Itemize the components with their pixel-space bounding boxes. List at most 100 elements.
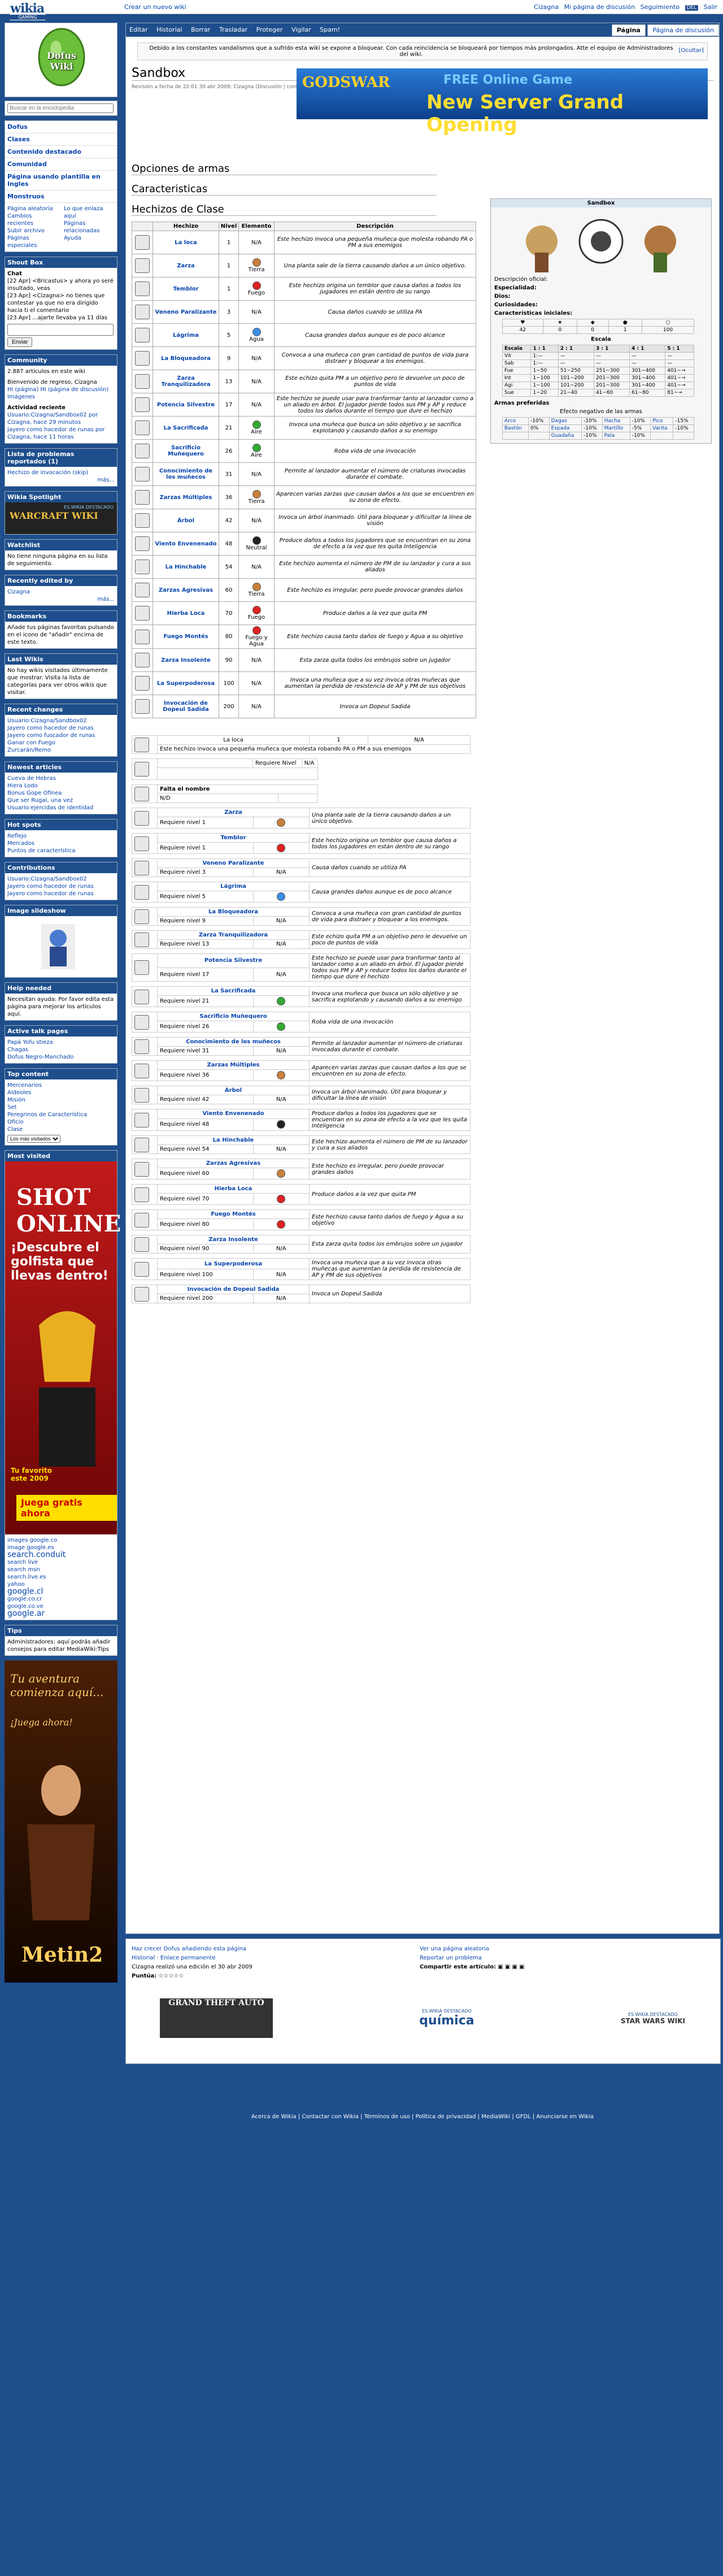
hot-item[interactable]: Mercados [7,840,115,847]
wikia-logo[interactable]: wikia GAMING [10,1,45,20]
spell-name[interactable]: Viento Envenenado [153,532,219,556]
footer-random[interactable]: Ver una página aleatoria [420,1945,525,1954]
spell-card-name[interactable]: Árbol [157,1086,310,1095]
spell-name[interactable]: La Sacrificada [153,416,219,440]
spell-name[interactable]: Zarza [153,254,219,277]
spell-name[interactable]: La Superpoderosa [153,671,219,695]
spell-name[interactable]: Lágrima [153,323,219,347]
armas-cell[interactable]: Pala [602,432,630,440]
spell-name[interactable]: Veneno Paralizante [153,300,219,324]
more-link[interactable]: más... [7,596,115,603]
google-link[interactable]: search.conduit [7,1551,115,1559]
share-icons[interactable]: ▣ ▣ ▣ ▣ [498,1964,524,1970]
spotlight-gta[interactable]: GRAND THEFT AUTO [160,1998,273,2038]
shoutbox-send-button[interactable]: Enviar [7,337,33,347]
tab-discussion[interactable]: Página de discusión [647,24,719,36]
user-links[interactable]: Hi (página) Hi (página de discusión) Imá… [7,386,115,401]
google-link[interactable]: search.live.es [7,1573,115,1581]
spell-card-name[interactable]: Sacrificio Muñequero [157,1012,310,1021]
link-random-page[interactable]: Página aleatoria [7,205,58,213]
slideshow-image[interactable] [7,918,109,973]
spotlight-starwars[interactable]: ES.WIKIA DESTACADO STAR WARS WIKI [621,2012,685,2025]
top-item[interactable]: Clase [7,1126,115,1133]
recent-change-item[interactable]: Zurcarán/Remo [7,747,115,754]
nav-destacado[interactable]: Contenido destacado [5,146,117,158]
link-special-pages[interactable]: Páginas especiales [7,235,58,249]
spell-name[interactable]: Sacrificio Muñequero [153,439,219,463]
spell-card-name[interactable]: Fuego Montés [157,1209,310,1219]
footer-report[interactable]: Reportar un problema [420,1954,525,1963]
google-link[interactable]: images google.co [7,1537,115,1544]
link-related-pages[interactable]: Páginas relacionadas [64,220,115,235]
recent-change-item[interactable]: Jayero como fuscador de runas [7,732,115,739]
spell-name[interactable]: Potencia Silvestre [153,393,219,417]
tab-spam[interactable]: Spam! [316,23,343,36]
spell-name[interactable]: Árbol [153,509,219,532]
top-item[interactable]: Mercenarios [7,1082,115,1089]
spell-card-name[interactable]: Zarza Insolente [157,1235,310,1244]
spell-name[interactable]: La Hinchable [153,555,219,579]
google-link[interactable]: google.ar [7,1610,115,1617]
spell-card-name[interactable]: La Superpoderosa [157,1258,310,1269]
contrib-item[interactable]: Jayero como hacedor de runas [7,883,115,890]
newest-item[interactable]: Que ser Rugal, una vez [7,797,115,804]
spell-name[interactable]: Zarza Tranquilizadora [153,370,219,393]
hot-item[interactable]: Puntos de característica [7,847,115,855]
top-item[interactable]: Oficio [7,1118,115,1126]
spell-name[interactable]: Zarzas Múltiples [153,485,219,509]
metin2-ad[interactable]: Tu aventura comienza aquí... ¡Juega ahor… [5,1660,117,1983]
footer-permalink[interactable]: Enlace permanente [160,1955,216,1961]
spotlight-warcraft[interactable]: WARCRAFT WIKI [10,510,98,521]
recent-change-item[interactable]: Ganar con Fuego [7,739,115,747]
google-link[interactable]: search live [7,1559,115,1566]
tab-history[interactable]: Historial [153,23,185,36]
google-link[interactable]: search msn [7,1566,115,1573]
spell-card-name[interactable]: Potencia Silvestre [157,953,310,968]
active-item[interactable]: Chagas [7,1046,115,1053]
armas-cell[interactable]: Martillo [602,424,630,432]
armas-cell[interactable]: Pico [650,417,674,425]
tab-protect[interactable]: Proteger [253,23,286,36]
footer-history[interactable]: Historial [132,1955,155,1961]
spell-card-name[interactable]: Hierba Loca [157,1184,310,1194]
spell-card-name[interactable]: Viento Envenenado [157,1109,310,1119]
spell-name[interactable]: Conocimiento de los muñecos [153,462,219,486]
spell-name[interactable]: La loca [153,231,219,254]
armas-cell[interactable]: Guadaña [548,432,582,440]
spell-name[interactable]: Hierba Loca [153,601,219,625]
armas-cell[interactable]: Dagas [548,417,582,425]
spotlight-quimica[interactable]: ES.WIKIA DESTACADO química [419,2009,474,2028]
tab-delete[interactable]: Borrar [188,23,214,36]
active-item[interactable]: Papá Yofu stieza [7,1039,115,1046]
recent-change-item[interactable]: Usuario:Cizagna/Sandbox02 [7,717,115,725]
spell-card-name[interactable]: Zarza Tranquilizadora [157,930,310,940]
my-discussion-link[interactable]: Mi página de discusión [564,3,635,11]
more-link[interactable]: más... [7,476,115,484]
newest-item[interactable]: Usuario:ejercidas de identidad [7,804,115,812]
active-item[interactable]: Dofus Negro-Manchado [7,1053,115,1061]
spell-name[interactable]: Fuego Montés [153,625,219,649]
godswar-banner-ad[interactable]: GODSWAR FREE Online Game New Server Gran… [297,68,708,136]
spell-name[interactable]: Zarza Insolente [153,648,219,672]
link-what-links-here[interactable]: Lo que enlaza aquí [64,205,115,220]
newest-item[interactable]: Hiera Lodo [7,782,115,790]
armas-cell[interactable]: Arco [502,417,529,425]
armas-cell[interactable] [502,432,529,440]
armas-cell[interactable]: Varita [650,424,674,432]
spell-card-name[interactable]: La Sacrificada [157,986,310,996]
footer-fav[interactable]: Haz crecer Dofus añadiendo esta página [132,1945,252,1954]
notice-hide-link[interactable]: [Ocultar] [679,47,704,54]
rating-stars-icon[interactable]: ☆☆☆☆☆ [158,1973,184,1979]
spell-card-name[interactable]: Conocimiento de los muñecos [157,1037,310,1047]
top-item[interactable]: Set [7,1104,115,1111]
shot-online-ad[interactable]: SHOT ONLINE ¡Descubre el golfista que ll… [5,1161,121,1534]
link-recent-changes[interactable]: Cambios recientes [7,213,58,227]
problem-item[interactable]: Hechizo de invocación (skip) [7,469,115,476]
spell-card-name[interactable]: Zarzas Múltiples [157,1060,310,1070]
link-help[interactable]: Ayuda [64,235,115,242]
follow-link[interactable]: Seguimiento [641,3,680,11]
google-link[interactable]: google.co.cr [7,1595,115,1603]
tab-page[interactable]: Página [611,24,646,36]
top-item[interactable]: Aldeoles [7,1089,115,1096]
tab-edit[interactable]: Editar [126,23,151,36]
